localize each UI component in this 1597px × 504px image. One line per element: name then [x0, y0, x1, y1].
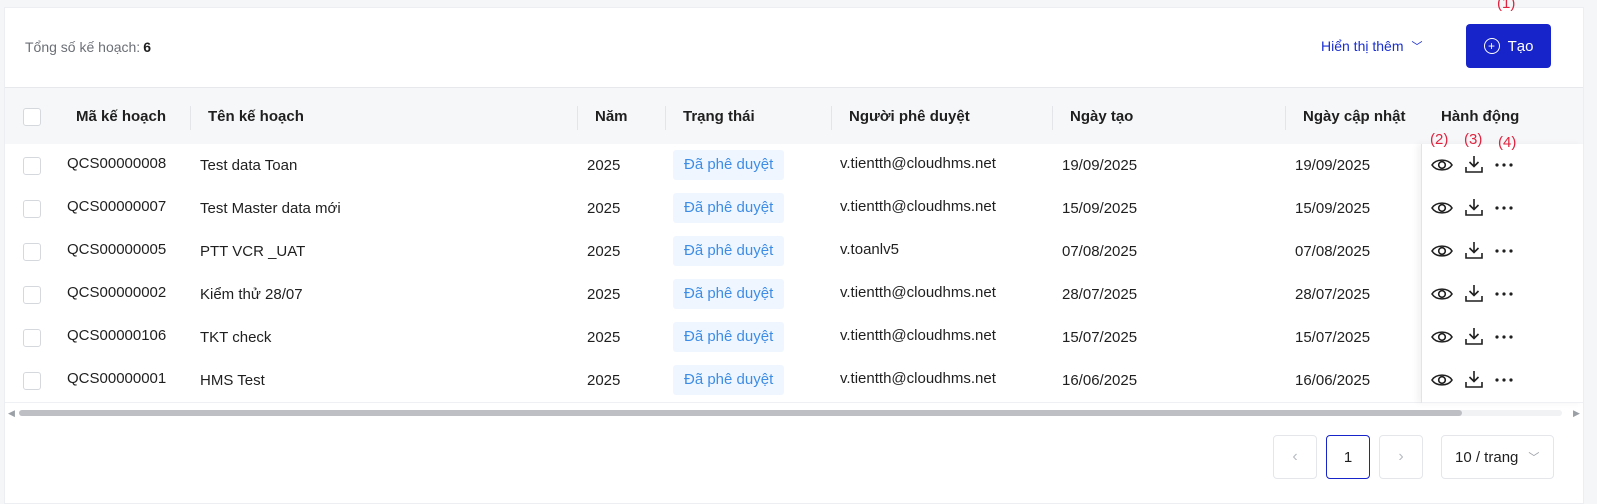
approver: v.tientth@cloudhms.net [840, 155, 996, 172]
table-row[interactable]: QCS00000106 TKT check 2025 Đã phê duyệt v.ti… [5, 316, 1583, 360]
annotation-3: (3) [1464, 131, 1483, 148]
chevron-left-icon: ‹ [1292, 448, 1298, 465]
plan-name: Kiểm thử 28/07 [200, 286, 303, 303]
updated-date: 15/09/2025 [1295, 200, 1371, 217]
updated-date: 19/09/2025 [1295, 157, 1371, 174]
select-all-checkbox[interactable] [23, 108, 41, 126]
col-updated: Ngày cập nhật [1303, 108, 1406, 125]
table-row[interactable]: QCS00000008 Test data Toan 2025 Đã phê duyệ… [5, 144, 1583, 188]
created-date: 07/08/2025 [1062, 243, 1138, 260]
approver: v.tientth@cloudhms.net [840, 284, 996, 301]
plan-name: HMS Test [200, 372, 265, 389]
plan-code: QCS00000005 [67, 241, 167, 258]
plan-code: QCS00000106 [67, 327, 167, 344]
horizontal-scrollbar[interactable]: ◀ ▶ [5, 407, 1583, 419]
plan-year: 2025 [587, 286, 621, 303]
status-badge: Đã phê duyệt [673, 150, 785, 180]
updated-date: 15/07/2025 [1295, 329, 1371, 346]
total-label: Tổng số kế hoạch: [25, 39, 141, 55]
plan-name: Test Master data mới [200, 200, 341, 217]
actions-column-shadow [1421, 144, 1584, 403]
chevron-right-icon: › [1398, 448, 1404, 465]
plan-code: QCS00000007 [67, 198, 167, 215]
table-row[interactable]: QCS00000005 PTT VCR _UAT 2025 Đã phê duyệt v… [5, 230, 1583, 274]
col-code: Mã kế hoạch [76, 108, 167, 125]
updated-date: 16/06/2025 [1295, 372, 1371, 389]
row-checkbox[interactable] [23, 372, 41, 390]
plus-circle-icon: + [1483, 38, 1500, 54]
created-date: 28/07/2025 [1062, 286, 1138, 303]
status-badge: Đã phê duyệt [673, 365, 785, 395]
col-actions: Hành động [1441, 108, 1520, 125]
chevron-down-icon: ﹀ [1411, 41, 1423, 53]
scroll-right-icon[interactable]: ▶ [1573, 407, 1580, 419]
table-row[interactable]: QCS00000001 HMS Test 2025 Đã phê duyệt v.tie… [5, 359, 1583, 403]
plan-list-card: Tổng số kế hoạch: 6 Hiển thị thêm ﹀ + Tạo … [4, 7, 1584, 504]
col-status: Trạng thái [683, 108, 755, 125]
col-approver: Người phê duyệt [849, 108, 970, 125]
next-page-button[interactable]: › [1379, 435, 1423, 479]
status-badge: Đã phê duyệt [673, 236, 785, 266]
col-name: Tên kế hoạch [208, 108, 304, 125]
plan-code: QCS00000002 [67, 284, 167, 301]
annotation-2: (2) [1430, 131, 1449, 148]
toolbar: Tổng số kế hoạch: 6 Hiển thị thêm ﹀ + Tạo [5, 8, 1583, 86]
plan-name: Test data Toan [200, 157, 298, 174]
page-1-button[interactable]: 1 [1326, 435, 1370, 479]
page-size-select[interactable]: 10 / trang ﹀ [1441, 435, 1554, 479]
plan-year: 2025 [587, 329, 621, 346]
annotation-4: (4) [1498, 134, 1517, 151]
pagination: ‹ 1 › 10 / trang ﹀ [5, 435, 1583, 479]
status-badge: Đã phê duyệt [673, 279, 785, 309]
create-label: Tạo [1507, 37, 1534, 55]
table-header: Mã kế hoạch Tên kế hoạch Năm Trạng thái … [5, 87, 1583, 146]
plan-year: 2025 [587, 200, 621, 217]
approver: v.toanlv5 [840, 241, 899, 258]
plan-code: QCS00000001 [67, 370, 167, 387]
approver: v.tientth@cloudhms.net [840, 370, 996, 387]
created-date: 15/07/2025 [1062, 329, 1138, 346]
plan-name: PTT VCR _UAT [200, 243, 306, 260]
row-checkbox[interactable] [23, 286, 41, 304]
col-created: Ngày tạo [1070, 108, 1134, 125]
chevron-down-icon: ﹀ [1528, 452, 1540, 464]
status-badge: Đã phê duyệt [673, 193, 785, 223]
plan-year: 2025 [587, 372, 621, 389]
table-row[interactable]: QCS00000002 Kiểm thử 28/07 2025 Đã phê duyệ… [5, 273, 1583, 317]
updated-date: 07/08/2025 [1295, 243, 1371, 260]
created-date: 15/09/2025 [1062, 200, 1138, 217]
row-checkbox[interactable] [23, 157, 41, 175]
row-checkbox[interactable] [23, 243, 41, 261]
approver: v.tientth@cloudhms.net [840, 327, 996, 344]
show-more-button[interactable]: Hiển thị thêm ﹀ [1321, 38, 1422, 55]
plan-year: 2025 [587, 243, 621, 260]
table-row[interactable]: QCS00000007 Test Master data mới 2025 Đã ph… [5, 187, 1583, 231]
row-checkbox[interactable] [23, 329, 41, 347]
page-size-label: 10 / trang [1455, 448, 1519, 466]
status-badge: Đã phê duyệt [673, 322, 785, 352]
col-year: Năm [595, 108, 628, 125]
plan-code: QCS00000008 [67, 155, 167, 172]
created-date: 19/09/2025 [1062, 157, 1138, 174]
plan-year: 2025 [587, 157, 621, 174]
prev-page-button[interactable]: ‹ [1273, 435, 1317, 479]
plan-name: TKT check [200, 329, 272, 346]
approver: v.tientth@cloudhms.net [840, 198, 996, 215]
create-button[interactable]: + Tạo [1466, 24, 1551, 68]
created-date: 16/06/2025 [1062, 372, 1138, 389]
page-number: 1 [1343, 448, 1353, 466]
scroll-left-icon[interactable]: ◀ [8, 407, 15, 419]
annotation-1: (1) [1497, 0, 1516, 12]
scrollbar-thumb[interactable] [19, 410, 1462, 416]
total-plans: Tổng số kế hoạch: 6 [25, 39, 151, 55]
total-count: 6 [143, 39, 151, 55]
row-checkbox[interactable] [23, 200, 41, 218]
updated-date: 28/07/2025 [1295, 286, 1371, 303]
show-more-label: Hiển thị thêm [1321, 38, 1404, 54]
